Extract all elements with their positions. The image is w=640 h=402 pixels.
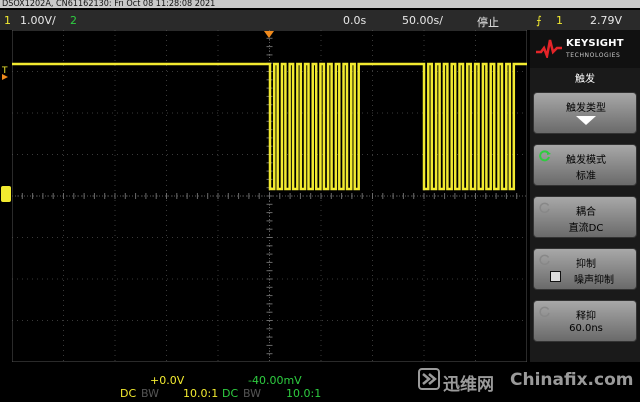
softkey-label: 抑制 [576, 259, 596, 270]
run-state[interactable]: 停止 [477, 14, 499, 30]
trigger-position-marker[interactable] [264, 31, 276, 39]
time-position[interactable]: 0.0s [343, 14, 366, 27]
ch2-offset[interactable]: -40.00mV [248, 374, 302, 387]
ch1-probe: 10.0:1 [183, 387, 219, 400]
softkey-label: 耦合 [576, 207, 596, 218]
ch1-offset[interactable]: +0.0V [150, 374, 184, 387]
softkey-value: 直流DC [568, 223, 604, 234]
softkey-reject[interactable]: 抑制 噪声抑制 [533, 248, 637, 290]
keysight-logo: KEYSIGHT TECHNOLOGIES [530, 30, 640, 68]
time-scale[interactable]: 50.00s/ [402, 14, 443, 27]
ch1-coupling: DC [120, 387, 137, 400]
status-bar: 1 1.00V/ 2 0.0s 50.00s/ 停止 ⨍ 1 2.79V [0, 10, 640, 30]
softkey-trigger-type[interactable]: 触发类型 [533, 92, 637, 134]
trigger-slope-icon: ⨍ [536, 14, 542, 27]
trigger-source[interactable]: 1 [556, 14, 563, 27]
softkey-panel: KEYSIGHT TECHNOLOGIES 触发 触发类型 触发模式 标准 耦合… [530, 30, 640, 362]
ch1-waveform [12, 62, 527, 191]
trigger-level-arrow-icon [2, 74, 8, 80]
trigger-level[interactable]: 2.79V [590, 14, 622, 27]
softkey-value: 噪声抑制 [574, 275, 614, 286]
softkey-holdoff[interactable]: 释抑 60.0ns [533, 300, 637, 342]
softkey-label: 触发类型 [566, 103, 606, 114]
window-title: DSOX1202A, CN61162130: Fri Oct 08 11:28:… [2, 0, 216, 9]
menu-title: 触发 [575, 74, 595, 85]
arrow-down-icon [576, 116, 596, 125]
brand-name: KEYSIGHT [566, 38, 624, 49]
ch1-ground-marker[interactable] [1, 186, 11, 202]
watermark-cn: 迅维网 [443, 375, 494, 395]
brand-subtitle: TECHNOLOGIES [566, 52, 621, 59]
softkey-value: 60.0ns [569, 323, 603, 334]
keysight-wave-icon [536, 39, 562, 58]
ch2-probe: 10.0:1 [286, 387, 322, 400]
ch2-number[interactable]: 2 [70, 14, 77, 27]
softkey-label: 触发模式 [566, 155, 606, 166]
ch1-bw-limit: BW [141, 387, 160, 400]
softkey-coupling[interactable]: 耦合 直流DC [533, 196, 637, 238]
watermark-logo-icon [418, 368, 440, 390]
ch1-scale[interactable]: 1.00V/ [20, 14, 56, 27]
ch2-coupling: DC [222, 387, 239, 400]
ch2-bw-limit: BW [243, 387, 262, 400]
softkey-label: 释抑 [576, 311, 596, 322]
waveform-display [12, 30, 527, 362]
ch1-number[interactable]: 1 [4, 14, 11, 27]
watermark-en: Chinafix.com [510, 370, 634, 390]
softkey-value: 标准 [576, 171, 596, 182]
softkey-trigger-mode[interactable]: 触发模式 标准 [533, 144, 637, 186]
